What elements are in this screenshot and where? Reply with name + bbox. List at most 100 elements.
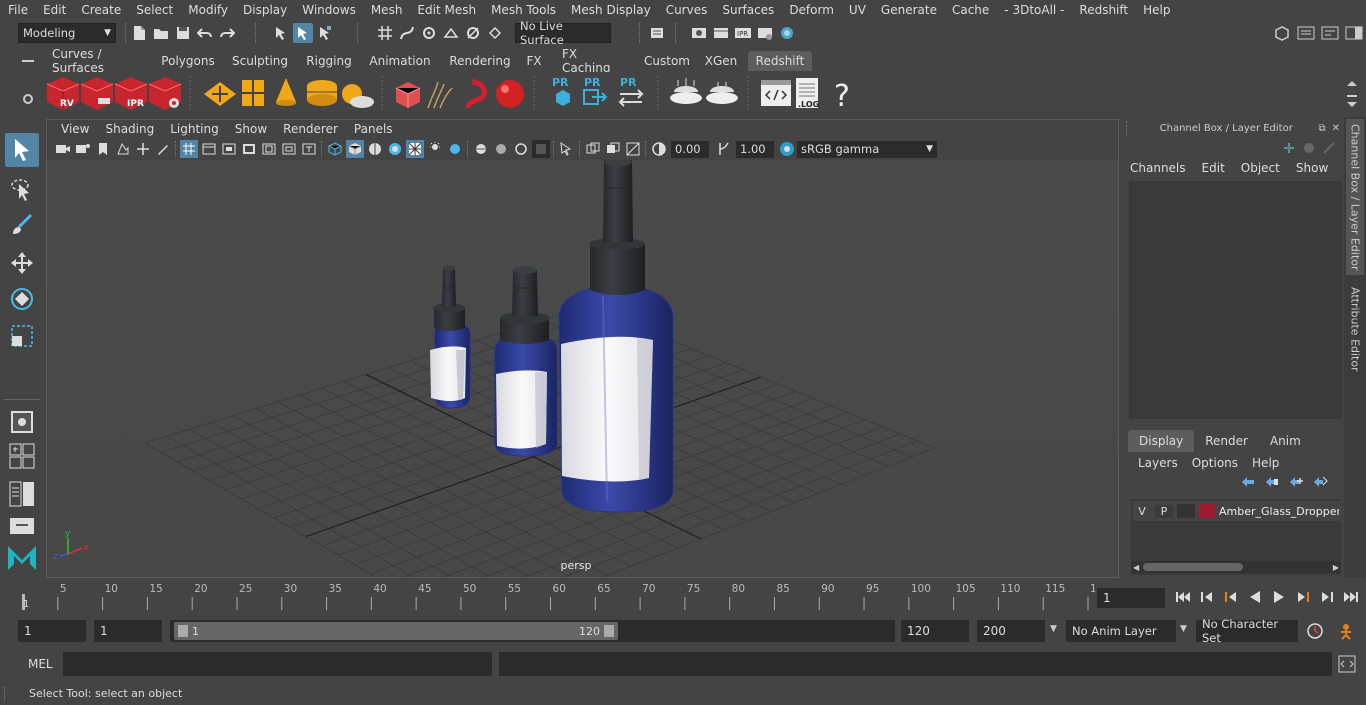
help-icon[interactable]: ?: [834, 79, 850, 114]
camera-attributes-icon[interactable]: [74, 140, 92, 158]
sun-sky-icon[interactable]: [342, 84, 374, 108]
four-pane-layout-icon[interactable]: [5, 442, 39, 470]
channel-box-menu-show[interactable]: Show: [1296, 161, 1328, 177]
menu-modify[interactable]: Modify: [180, 3, 235, 17]
pr-export-icon[interactable]: PR: [583, 76, 608, 105]
open-scene-icon[interactable]: [151, 23, 171, 43]
motion-blur-icon[interactable]: [472, 140, 490, 158]
gamma-icon[interactable]: [715, 140, 733, 158]
menu-edit[interactable]: Edit: [35, 3, 73, 17]
viewport-panel[interactable]: View Shading Lighting Show Renderer Panels: [46, 119, 1119, 578]
auto-key-icon[interactable]: [1306, 622, 1324, 640]
manipulator-icon[interactable]: [1282, 141, 1296, 155]
shelf-tab-xgen[interactable]: XGen: [698, 51, 744, 71]
layer-menu-help[interactable]: Help: [1252, 456, 1279, 470]
viewport-menu-renderer[interactable]: Renderer: [275, 122, 346, 136]
physical-light-icon[interactable]: [242, 80, 264, 106]
tool-settings-toggle-icon[interactable]: [1320, 23, 1340, 43]
channel-box-toggle-icon[interactable]: [1344, 23, 1364, 43]
shelf-tab-custom[interactable]: Custom: [636, 51, 698, 71]
shelf-menu-icon[interactable]: [18, 52, 38, 70]
resolution-gate-icon[interactable]: [220, 140, 238, 158]
grid-toggle-icon[interactable]: [180, 140, 198, 158]
layer-tab-anim[interactable]: Anim: [1259, 430, 1312, 452]
menu-mesh-tools[interactable]: Mesh Tools: [483, 3, 563, 17]
menu-curves[interactable]: Curves: [658, 3, 715, 17]
select-hierarchy-icon[interactable]: [271, 23, 291, 43]
speed-icon[interactable]: [1302, 141, 1316, 155]
menu-surfaces[interactable]: Surfaces: [714, 3, 781, 17]
menu-display[interactable]: Display: [235, 3, 294, 17]
menu-windows[interactable]: Windows: [294, 3, 363, 17]
current-frame-field[interactable]: 1: [1097, 588, 1165, 608]
xray-active-icon[interactable]: [604, 140, 622, 158]
range-slider-track[interactable]: 1 120: [170, 620, 895, 642]
viewport-menu-view[interactable]: View: [53, 122, 97, 136]
animation-preferences-icon[interactable]: [1336, 622, 1356, 640]
viewport-menu-shading[interactable]: Shading: [97, 122, 162, 136]
grease-pencil-icon[interactable]: [154, 140, 172, 158]
command-language-label[interactable]: MEL: [28, 657, 53, 671]
side-by-side-layout-icon[interactable]: [5, 477, 39, 511]
hyper-icon[interactable]: [1322, 141, 1336, 155]
make-live-icon[interactable]: [485, 23, 505, 43]
close-icon[interactable]: ✕: [1332, 123, 1340, 134]
channel-box-menu-edit[interactable]: Edit: [1202, 161, 1225, 177]
safe-action-icon[interactable]: [280, 140, 298, 158]
redo-icon[interactable]: [217, 23, 237, 43]
time-slider[interactable]: 5 10 15 20 25 30 35 40 45 50 55 60 65 70 75 80 85 90 95 100…: [0, 580, 1366, 616]
shelf-settings-icon[interactable]: [18, 75, 38, 115]
snap-curve-icon[interactable]: [397, 23, 417, 43]
snap-point-icon[interactable]: [419, 23, 439, 43]
outliner-layout-icon[interactable]: [5, 515, 39, 537]
shelf-tab-fx[interactable]: FX: [518, 51, 550, 71]
range-handle-end[interactable]: [604, 625, 614, 637]
depth-of-field-icon[interactable]: [512, 140, 530, 158]
layer-name[interactable]: Amber_Glass_Dropper: [1219, 505, 1339, 518]
shelf-tab-fx-caching[interactable]: FX Caching: [552, 47, 638, 75]
backface-culling-icon[interactable]: [624, 140, 642, 158]
side-tab-attribute-editor[interactable]: Attribute Editor: [1346, 279, 1364, 379]
exposure-field[interactable]: 0.00: [671, 140, 709, 158]
new-empty-layer-icon[interactable]: [1288, 475, 1304, 489]
playback-start-field[interactable]: 1: [94, 620, 162, 642]
script-editor-icon[interactable]: [761, 80, 791, 106]
menu-3dtoall[interactable]: - 3DtoAll -: [996, 3, 1071, 17]
new-scene-icon[interactable]: [129, 23, 149, 43]
go-to-start-icon[interactable]: [1174, 589, 1192, 605]
timeline-ruler[interactable]: 5 10 15 20 25 30 35 40 45 50 55 60 65 70 75 80 85 90 95 100…: [0, 580, 1095, 616]
step-back-frame-icon[interactable]: [1222, 589, 1240, 605]
step-forward-key-icon[interactable]: [1318, 589, 1336, 605]
layer-visibility-toggle[interactable]: V: [1133, 505, 1151, 518]
shelf-tab-animation[interactable]: Animation: [362, 51, 438, 71]
shelf-tab-rendering[interactable]: Rendering: [438, 51, 522, 71]
layer-playback-toggle[interactable]: P: [1155, 504, 1173, 518]
select-component-icon[interactable]: [315, 23, 335, 43]
modeling-toolkit-icon[interactable]: [1272, 23, 1292, 43]
field-chart-icon[interactable]: [260, 140, 278, 158]
menu-help[interactable]: Help: [1135, 3, 1177, 17]
spot-light-icon[interactable]: [276, 78, 296, 106]
undo-icon[interactable]: [195, 23, 215, 43]
default-material-icon[interactable]: [366, 140, 384, 158]
isolate-select-icon[interactable]: [532, 140, 550, 158]
layer-row[interactable]: V P Amber_Glass_Dropper: [1133, 501, 1341, 521]
pr-mesh-icon[interactable]: PR: [552, 76, 570, 106]
channel-box-list[interactable]: [1129, 181, 1342, 419]
scroll-right-icon[interactable]: ▶: [1333, 563, 1339, 572]
select-object-icon[interactable]: [293, 23, 313, 43]
film-gate-icon[interactable]: [200, 140, 218, 158]
ipr-icon[interactable]: IPR: [114, 77, 148, 110]
safe-title-icon[interactable]: [300, 140, 318, 158]
select-camera-icon[interactable]: [54, 140, 72, 158]
layer-menu-options[interactable]: Options: [1192, 456, 1238, 470]
rotate-tool-icon[interactable]: [5, 282, 39, 316]
scroll-left-icon[interactable]: ◀: [1133, 563, 1139, 572]
bake-options-icon[interactable]: [706, 82, 738, 104]
smooth-shade-icon[interactable]: [346, 140, 364, 158]
sphere-object-icon[interactable]: [496, 80, 524, 108]
ipr-render-icon[interactable]: IPR: [733, 23, 753, 43]
textured-icon[interactable]: [386, 140, 404, 158]
menu-file[interactable]: File: [0, 3, 35, 17]
gate-mask-icon[interactable]: [240, 140, 258, 158]
